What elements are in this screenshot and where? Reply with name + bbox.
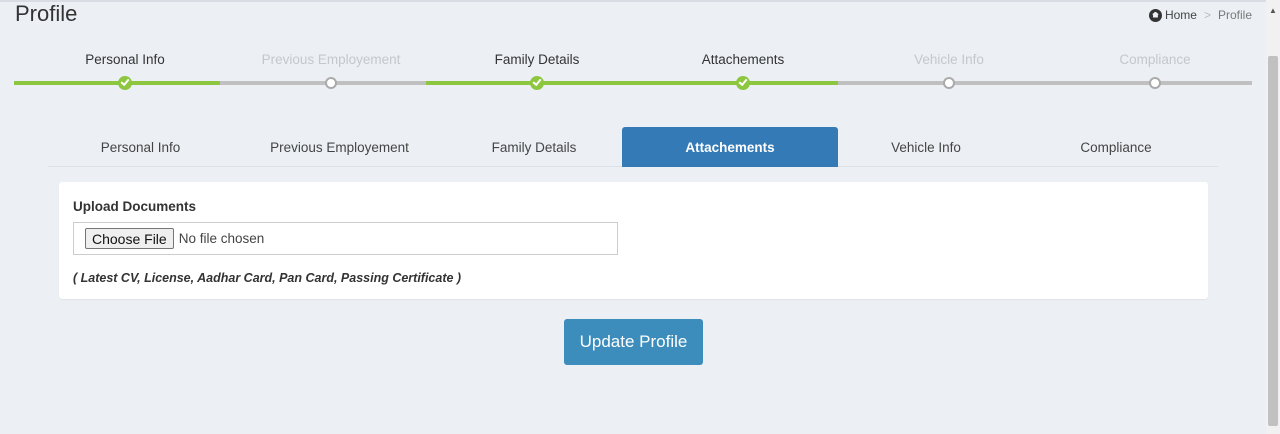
tab-vehicle-info[interactable]: Vehicle Info — [838, 127, 1014, 167]
empty-circle-icon — [1149, 77, 1161, 89]
wizard-step-label: Vehicle Info — [914, 52, 984, 67]
tab-family-details[interactable]: Family Details — [446, 127, 622, 167]
wizard-step-attachements[interactable]: Attachements — [640, 50, 846, 90]
upload-hint: ( Latest CV, License, Aadhar Card, Pan C… — [73, 271, 462, 285]
wizard-step-label: Previous Employement — [261, 52, 401, 67]
wizard-step-vehicle-info[interactable]: Vehicle Info — [846, 50, 1052, 89]
page-title: Profile — [15, 1, 78, 26]
breadcrumb-separator: > — [1203, 8, 1211, 22]
wizard-track-segment — [220, 81, 426, 85]
wizard-step-label: Compliance — [1119, 52, 1191, 67]
wizard-step-family-details[interactable]: Family Details — [434, 50, 640, 90]
check-circle-icon — [118, 76, 132, 90]
vertical-scrollbar[interactable]: ▲ — [1266, 0, 1280, 434]
breadcrumb-current: Profile — [1217, 8, 1252, 22]
upload-panel: Upload Documents Choose File No file cho… — [59, 182, 1208, 299]
check-circle-icon — [530, 76, 544, 90]
tab-previous-employement[interactable]: Previous Employement — [233, 127, 446, 167]
wizard-track-segment — [632, 81, 838, 85]
file-input[interactable]: Choose File No file chosen — [73, 222, 618, 255]
tab-bar: Personal Info Previous Employement Famil… — [48, 127, 1218, 167]
home-icon — [1148, 8, 1162, 22]
progress-wizard: Personal Info Previous Employement Famil… — [14, 50, 1252, 100]
tab-compliance[interactable]: Compliance — [1014, 127, 1218, 167]
wizard-step-label: Attachements — [701, 52, 785, 67]
tab-personal-info[interactable]: Personal Info — [48, 127, 233, 167]
wizard-step-previous-employement[interactable]: Previous Employement — [228, 50, 434, 89]
top-border — [0, 0, 1266, 2]
tab-attachements[interactable]: Attachements — [622, 127, 838, 167]
wizard-step-label: Personal Info — [85, 52, 165, 67]
wizard-step-label: Family Details — [494, 52, 580, 67]
wizard-track-segment — [426, 81, 632, 85]
upload-documents-label: Upload Documents — [73, 199, 197, 214]
wizard-track-segment — [838, 81, 1045, 85]
wizard-step-personal-info[interactable]: Personal Info — [22, 50, 228, 90]
wizard-track-segment — [14, 81, 220, 85]
empty-circle-icon — [943, 77, 955, 89]
choose-file-button[interactable]: Choose File — [85, 228, 174, 249]
update-profile-button[interactable]: Update Profile — [564, 319, 703, 365]
empty-circle-icon — [325, 77, 337, 89]
scroll-up-icon[interactable]: ▲ — [1266, 2, 1280, 20]
wizard-step-compliance[interactable]: Compliance — [1052, 50, 1258, 89]
check-circle-icon — [736, 76, 750, 90]
file-status-text: No file chosen — [178, 231, 265, 246]
scrollbar-thumb[interactable] — [1268, 56, 1278, 426]
breadcrumb: Home > Profile — [1148, 8, 1252, 22]
breadcrumb-home-link[interactable]: Home — [1165, 8, 1197, 22]
